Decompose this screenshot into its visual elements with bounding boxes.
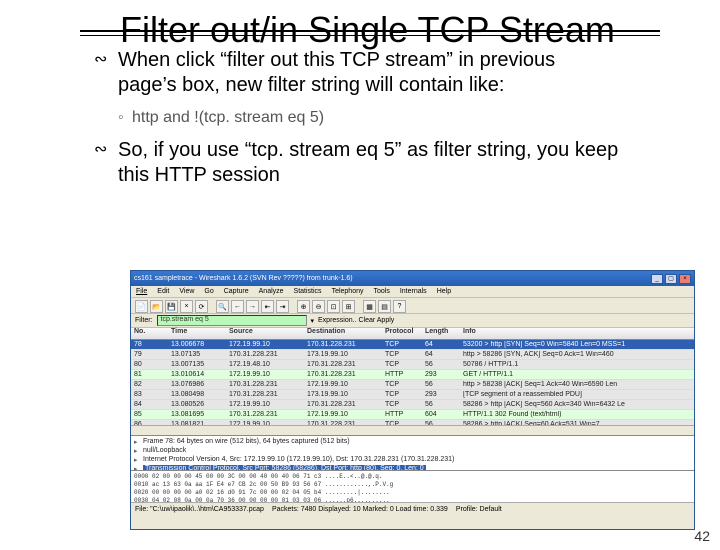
status-pkts: Packets: 7480 Displayed: 10 Marked: 0 Lo… <box>272 506 448 513</box>
table-row[interactable]: 8513.081695170.31.228.231172.19.99.10HTT… <box>131 410 694 420</box>
tb-icon[interactable]: 📂 <box>150 300 163 313</box>
tb-icon[interactable]: ⇤ <box>261 300 274 313</box>
tb-icon[interactable]: ▦ <box>363 300 376 313</box>
col-no[interactable]: No. <box>131 328 171 339</box>
packet-bytes[interactable]: 0000 02 00 00 00 45 00 00 3C 00 00 40 00… <box>131 470 694 502</box>
slide-content: When click “filter out this TCP stream” … <box>100 48 660 188</box>
col-src[interactable]: Source <box>229 328 307 339</box>
menu-tools[interactable]: Tools <box>373 288 389 295</box>
table-row[interactable]: 8613.081821172.19.99.10170.31.228.231TCP… <box>131 420 694 425</box>
table-row[interactable]: 7913.07135170.31.228.231173.19.99.10TCP6… <box>131 350 694 360</box>
tb-icon[interactable]: 📄 <box>135 300 148 313</box>
sub-bullet-1: http and !(tcp. stream eq 5) <box>118 108 660 128</box>
tb-icon[interactable]: ⊕ <box>297 300 310 313</box>
toolbar: 📄 📂 💾 × ⟳ 🔍 ← → ⇤ ⇥ ⊕ ⊖ ⊡ ⊞ ▦ ▤ ? <box>131 298 694 314</box>
minimize-button[interactable]: _ <box>651 274 663 284</box>
wireshark-window: cs161 sampletrace - Wireshark 1.6.2 (SVN… <box>130 270 695 530</box>
table-row[interactable]: 7813.006678172.19.99.10170.31.228.231TCP… <box>131 340 694 350</box>
table-row[interactable]: 8413.080526172.19.99.10170.31.228.231TCP… <box>131 400 694 410</box>
bullet-2: So, if you use “tcp. stream eq 5” as fil… <box>100 138 660 188</box>
tb-icon[interactable]: ⟳ <box>195 300 208 313</box>
tb-icon[interactable]: ← <box>231 300 244 313</box>
hex-line: 0000 02 00 00 00 45 00 00 3C 00 00 40 00… <box>134 473 691 481</box>
hex-line: 0020 00 00 00 00 a0 02 16 d0 91 7c 00 00… <box>134 489 691 497</box>
close-button[interactable]: × <box>679 274 691 284</box>
menu-capture[interactable]: Capture <box>224 288 249 295</box>
window-title: cs161 sampletrace - Wireshark 1.6.2 (SVN… <box>134 275 353 282</box>
status-profile: Profile: Default <box>456 506 502 513</box>
tb-icon[interactable]: ⊖ <box>312 300 325 313</box>
menu-edit[interactable]: Edit <box>157 288 169 295</box>
tb-icon[interactable]: ⊡ <box>327 300 340 313</box>
col-time[interactable]: Time <box>171 328 229 339</box>
tb-icon[interactable]: 💾 <box>165 300 178 313</box>
tb-icon[interactable]: ▤ <box>378 300 391 313</box>
bullet-1-line2: page’s box, new filter string will conta… <box>118 74 504 96</box>
packet-list-header[interactable]: No. Time Source Destination Protocol Len… <box>131 328 694 340</box>
filter-bar: Filter: tcp.stream eq 5 ▾ Expression.. C… <box>131 314 694 328</box>
maximize-button[interactable]: ▢ <box>665 274 677 284</box>
detail-row[interactable]: ▸null/Loopback <box>134 446 691 455</box>
bullet-1: When click “filter out this TCP stream” … <box>100 48 660 98</box>
col-prot[interactable]: Protocol <box>385 328 425 339</box>
detail-row[interactable]: ▸Frame 78: 64 bytes on wire (512 bits), … <box>134 437 691 446</box>
menu-go[interactable]: Go <box>204 288 213 295</box>
table-row[interactable]: 8313.080498170.31.228.231173.19.99.10TCP… <box>131 390 694 400</box>
menu-help[interactable]: Help <box>437 288 451 295</box>
menu-analyze[interactable]: Analyze <box>259 288 284 295</box>
detail-row[interactable]: ▸Internet Protocol Version 4, Src: 172.1… <box>134 455 691 464</box>
filter-label: Filter: <box>135 317 153 324</box>
packet-list[interactable]: 7813.006678172.19.99.10170.31.228.231TCP… <box>131 340 694 425</box>
packet-details[interactable]: ▸Frame 78: 64 bytes on wire (512 bits), … <box>131 435 694 470</box>
tb-icon[interactable]: ⊞ <box>342 300 355 313</box>
table-row[interactable]: 8213.076986170.31.228.231172.19.99.10TCP… <box>131 380 694 390</box>
status-file: File: "C:\uw\ipaolik\..\htm\CA953337.pca… <box>135 506 264 513</box>
menu-view[interactable]: View <box>179 288 194 295</box>
bullet-1-line1: When click “filter out this TCP stream” … <box>118 49 555 71</box>
menu-telephony[interactable]: Telephony <box>332 288 364 295</box>
filter-expr[interactable]: Expression.. Clear Apply <box>318 317 394 324</box>
status-bar: File: "C:\uw\ipaolik\..\htm\CA953337.pca… <box>131 502 694 515</box>
col-dst[interactable]: Destination <box>307 328 385 339</box>
dropdown-icon[interactable]: ▾ <box>311 317 315 325</box>
table-row[interactable]: 8013.007135172.19.48.10170.31.228.231TCP… <box>131 360 694 370</box>
bullet-2-line2: this HTTP session <box>118 164 280 186</box>
bullet-2-line1: So, if you use “tcp. stream eq 5” as fil… <box>118 139 618 161</box>
tb-icon[interactable]: 🔍 <box>216 300 229 313</box>
h-scrollbar[interactable] <box>131 425 694 435</box>
tb-icon[interactable]: × <box>180 300 193 313</box>
menu-internals[interactable]: Internals <box>400 288 427 295</box>
tb-icon[interactable]: ? <box>393 300 406 313</box>
hex-line: 0010 ac 13 63 0a aa 1F E4 e7 CB 2c 00 50… <box>134 481 691 489</box>
menu-file[interactable]: File <box>136 288 147 295</box>
filter-input[interactable]: tcp.stream eq 5 <box>157 315 307 326</box>
slide-number: 42 <box>694 528 710 544</box>
col-info[interactable]: Info <box>463 328 694 339</box>
menu-bar: File Edit View Go Capture Analyze Statis… <box>131 286 694 298</box>
col-len[interactable]: Length <box>425 328 463 339</box>
tb-icon[interactable]: ⇥ <box>276 300 289 313</box>
window-titlebar[interactable]: cs161 sampletrace - Wireshark 1.6.2 (SVN… <box>131 271 694 286</box>
tb-icon[interactable]: → <box>246 300 259 313</box>
table-row[interactable]: 8113.010614172.19.99.10170.31.228.231HTT… <box>131 370 694 380</box>
menu-statistics[interactable]: Statistics <box>294 288 322 295</box>
